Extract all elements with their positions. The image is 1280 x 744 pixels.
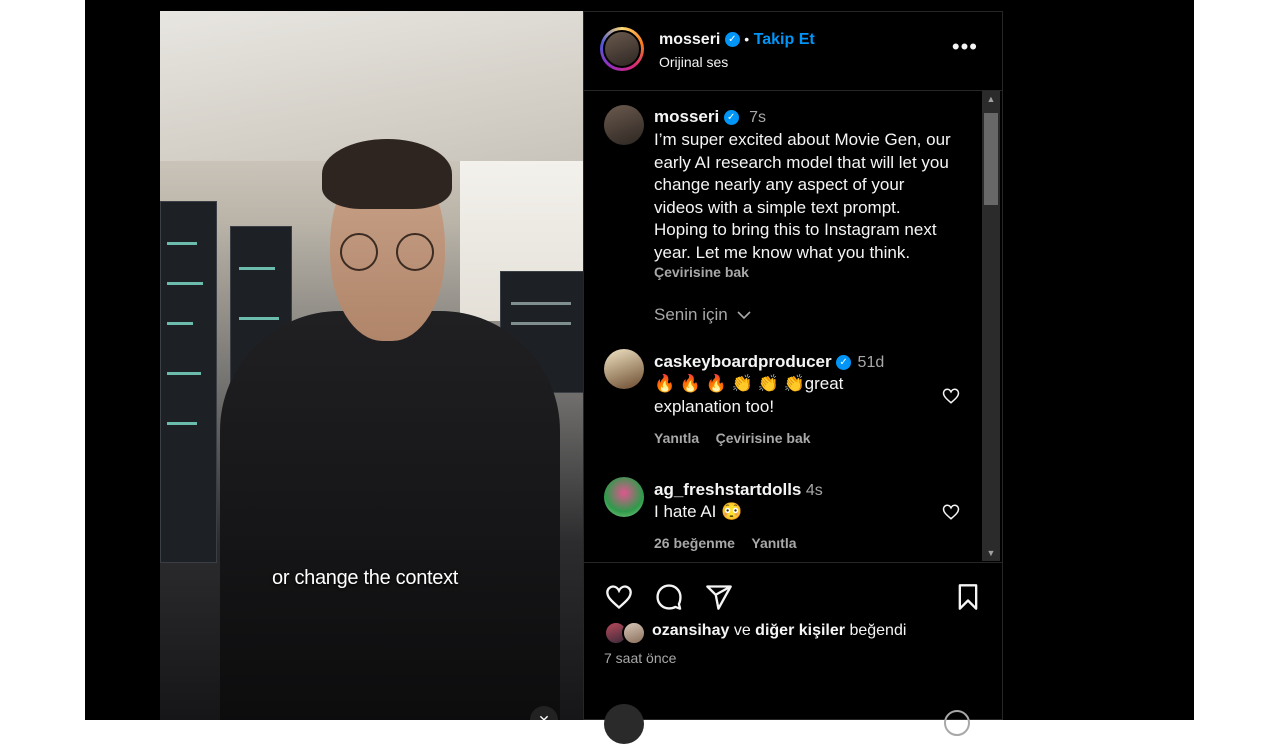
liker-username[interactable]: ozansihay [652, 622, 729, 639]
chevron-down-icon [737, 311, 752, 320]
caption-line: change nearly any aspect of your [654, 175, 905, 194]
heart-outline-icon[interactable] [942, 503, 960, 521]
likes-connector: ve [733, 622, 751, 639]
caption-avatar[interactable] [604, 105, 644, 145]
verified-badge-icon: ✓ [836, 355, 852, 371]
comments-scrollbar[interactable]: ▲ ▼ [982, 91, 1000, 561]
comment-header: caskeyboardproducer ✓ 51d [654, 352, 884, 372]
comment-text: 🔥 🔥 🔥 👏 👏 👏great explanation too! [654, 373, 904, 418]
glasses-left [340, 233, 378, 271]
person-hair [322, 139, 452, 209]
reel-video[interactable]: or change the context ✕ [160, 11, 583, 720]
glasses-right [396, 233, 434, 271]
comment-time: 4s [805, 482, 823, 499]
comment-text-line: explanation too! [654, 396, 775, 416]
current-user-avatar [604, 704, 644, 744]
caption-translate-link[interactable]: Çevirisine bak [654, 264, 749, 280]
likes-summary: ozansihay ve diğer kişiler beğendi [652, 622, 906, 640]
comment-actions: Yanıtla Çevirisine bak [654, 430, 811, 448]
heart-outline-icon[interactable] [942, 387, 960, 405]
caption-line: early AI research model that will let yo… [654, 152, 949, 172]
post-timestamp[interactable]: 7 saat önce [604, 650, 676, 666]
comment-header: ag_freshstartdolls 4s [654, 480, 823, 500]
scrollbar-thumb[interactable] [984, 113, 998, 205]
comment-filter-dropdown[interactable]: Senin için [654, 305, 752, 325]
save-bookmark-icon[interactable] [954, 583, 982, 611]
caption-line: I’m super excited about Movie Gen, our [654, 130, 951, 149]
commenter-avatar[interactable] [604, 349, 644, 389]
translate-link[interactable]: Çevirisine bak [716, 430, 811, 446]
comment-text-line: great [804, 374, 844, 393]
person-jacket [220, 311, 560, 720]
comment-emoji: 🔥 🔥 🔥 👏 👏 👏 [654, 374, 805, 393]
comment-time: 51d [857, 354, 885, 371]
caption-line: Hoping to bring this to Instagram next [654, 220, 937, 239]
caption-username[interactable]: mosseri [654, 107, 719, 126]
comment-username[interactable]: caskeyboardproducer [654, 352, 832, 371]
more-horizontal-icon[interactable]: ••• [952, 34, 978, 60]
verified-badge-icon: ✓ [724, 32, 740, 48]
scroll-up-arrow-icon[interactable]: ▲ [982, 91, 1000, 107]
post-header: mosseri ✓ • Takip Et Orijinal ses ••• [584, 12, 1002, 91]
likes-others-link[interactable]: diğer kişiler [755, 622, 845, 639]
comment-username[interactable]: ag_freshstartdolls [654, 480, 801, 499]
server-rack-left [160, 201, 217, 563]
story-ring[interactable] [600, 27, 644, 71]
original-audio-link[interactable]: Orijinal ses [659, 54, 728, 70]
header-username[interactable]: mosseri [659, 31, 720, 48]
reply-link[interactable]: Yanıtla [751, 535, 796, 551]
caption-line: videos with a simple text prompt. [654, 197, 901, 217]
verified-badge-icon: ✓ [723, 110, 739, 126]
comment-text: I hate AI 😳 [654, 502, 743, 521]
emoji-picker-icon[interactable] [944, 710, 970, 736]
follow-button[interactable]: Takip Et [754, 31, 815, 48]
liker-avatar[interactable] [622, 621, 646, 645]
comment-actions: 26 beğenme Yanıtla [654, 535, 797, 553]
likes-suffix: beğendi [849, 622, 907, 639]
share-send-icon[interactable] [704, 583, 734, 611]
scroll-down-arrow-icon[interactable]: ▼ [982, 545, 1000, 561]
filter-label: Senin için [654, 305, 728, 324]
post-panel: mosseri ✓ • Takip Et Orijinal ses ••• mo… [583, 11, 1003, 744]
header-dot: • [744, 31, 750, 47]
caption-header: mosseri ✓ 7s [654, 107, 766, 127]
reply-link[interactable]: Yanıtla [654, 430, 699, 446]
header-avatar[interactable] [603, 30, 641, 68]
header-title-row: mosseri ✓ • Takip Et [659, 31, 815, 49]
caption-time: 7s [749, 109, 767, 126]
video-ceiling [160, 11, 583, 161]
video-subtitle: or change the context [272, 567, 459, 589]
comment-bubble-icon[interactable] [654, 583, 684, 611]
caption-text: I’m super excited about Movie Gen, our e… [654, 129, 974, 264]
comments-list[interactable]: mosseri ✓ 7s I’m super excited about Mov… [584, 91, 982, 561]
post-actions-bar [584, 562, 1002, 722]
likes-count-link[interactable]: 26 beğenme [654, 535, 735, 551]
like-heart-icon[interactable] [604, 583, 634, 611]
caption-line: year. Let me know what you think. [654, 242, 911, 262]
commenter-avatar[interactable] [604, 477, 644, 517]
